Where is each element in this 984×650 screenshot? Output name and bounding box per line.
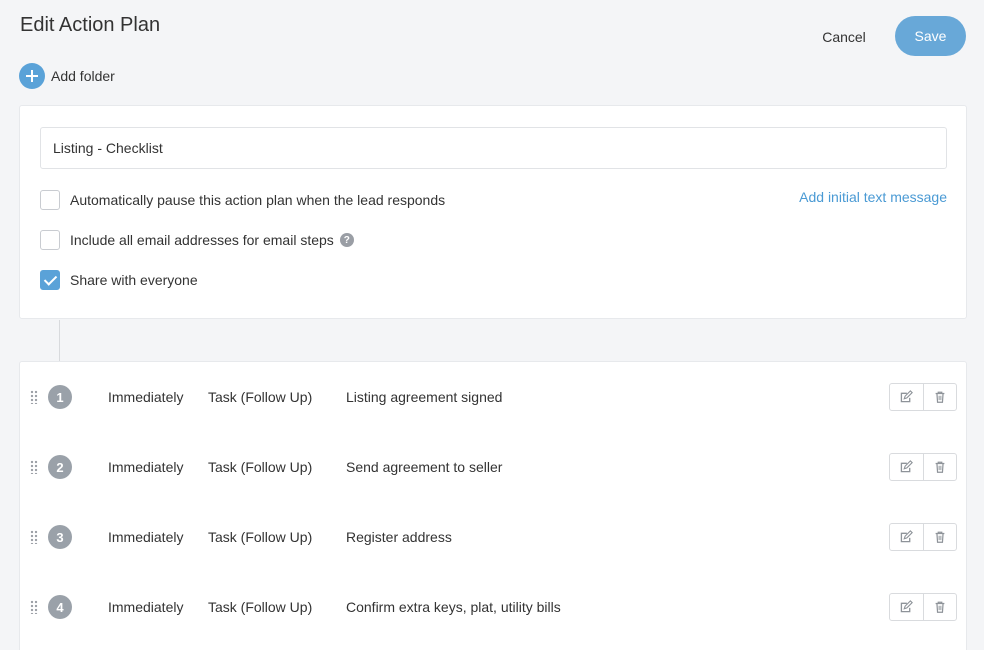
- edit-step-button[interactable]: [890, 384, 923, 410]
- steps-list: 1 Immediately Task (Follow Up) Listing a…: [19, 361, 967, 650]
- include-email-checkbox[interactable]: [40, 230, 60, 250]
- drag-handle-icon[interactable]: [30, 530, 38, 544]
- cancel-button[interactable]: Cancel: [808, 22, 880, 52]
- include-email-option: Include all email addresses for email st…: [40, 230, 354, 250]
- drag-handle-icon[interactable]: [30, 460, 38, 474]
- include-email-label: Include all email addresses for email st…: [70, 232, 334, 248]
- step-number: 2: [48, 455, 72, 479]
- step-type: Task (Follow Up): [208, 459, 313, 475]
- step-actions: [889, 523, 957, 551]
- step-type: Task (Follow Up): [208, 389, 313, 405]
- question-icon[interactable]: ?: [339, 233, 354, 247]
- step-type: Task (Follow Up): [208, 599, 313, 615]
- pause-checkbox[interactable]: [40, 190, 60, 210]
- delete-step-button[interactable]: [922, 384, 957, 410]
- step-actions: [889, 383, 957, 411]
- step-description: Listing agreement signed: [346, 389, 503, 405]
- trash-icon: [935, 601, 945, 613]
- edit-action-plan-page: Edit Action Plan Cancel Save Add folder …: [0, 0, 984, 650]
- step-number: 1: [48, 385, 72, 409]
- step-number: 3: [48, 525, 72, 549]
- step-actions: [889, 593, 957, 621]
- step-actions: [889, 453, 957, 481]
- step-description: Register address: [346, 529, 452, 545]
- edit-step-button[interactable]: [890, 594, 923, 620]
- plan-settings-card: Automatically pause this action plan whe…: [19, 105, 967, 319]
- edit-icon: [901, 600, 914, 613]
- edit-icon: [901, 390, 914, 403]
- pause-option: Automatically pause this action plan whe…: [40, 190, 445, 210]
- edit-icon: [901, 460, 914, 473]
- share-option: Share with everyone: [40, 270, 198, 290]
- trash-icon: [935, 391, 945, 403]
- trash-icon: [935, 531, 945, 543]
- delete-step-button[interactable]: [922, 594, 957, 620]
- step-description: Send agreement to seller: [346, 459, 503, 475]
- drag-handle-icon[interactable]: [30, 600, 38, 614]
- step-timing: Immediately: [108, 459, 184, 475]
- page-title: Edit Action Plan: [20, 14, 161, 36]
- share-checkbox[interactable]: [40, 270, 60, 290]
- delete-step-button[interactable]: [922, 524, 957, 550]
- edit-step-button[interactable]: [890, 454, 923, 480]
- add-folder-button[interactable]: Add folder: [19, 63, 115, 89]
- edit-icon: [901, 530, 914, 543]
- share-label: Share with everyone: [70, 272, 198, 288]
- step-timing: Immediately: [108, 529, 184, 545]
- step-timing: Immediately: [108, 599, 184, 615]
- add-initial-text-message-link[interactable]: Add initial text message: [799, 189, 947, 205]
- step-row: 4 Immediately Task (Follow Up) Confirm e…: [20, 572, 966, 642]
- step-type: Task (Follow Up): [208, 529, 313, 545]
- step-row: 1 Immediately Task (Follow Up) Listing a…: [20, 362, 966, 432]
- plan-name-input[interactable]: [40, 127, 947, 169]
- step-number: 4: [48, 595, 72, 619]
- delete-step-button[interactable]: [922, 454, 957, 480]
- save-button[interactable]: Save: [895, 16, 966, 56]
- drag-handle-icon[interactable]: [30, 390, 38, 404]
- edit-step-button[interactable]: [890, 524, 923, 550]
- step-row: 3 Immediately Task (Follow Up) Register …: [20, 502, 966, 572]
- step-row: 2 Immediately Task (Follow Up) Send agre…: [20, 432, 966, 502]
- step-timing: Immediately: [108, 389, 184, 405]
- trash-icon: [935, 461, 945, 473]
- step-description: Confirm extra keys, plat, utility bills: [346, 599, 561, 615]
- add-folder-label: Add folder: [51, 68, 115, 84]
- plus-icon: [19, 63, 45, 89]
- pause-label: Automatically pause this action plan whe…: [70, 192, 446, 208]
